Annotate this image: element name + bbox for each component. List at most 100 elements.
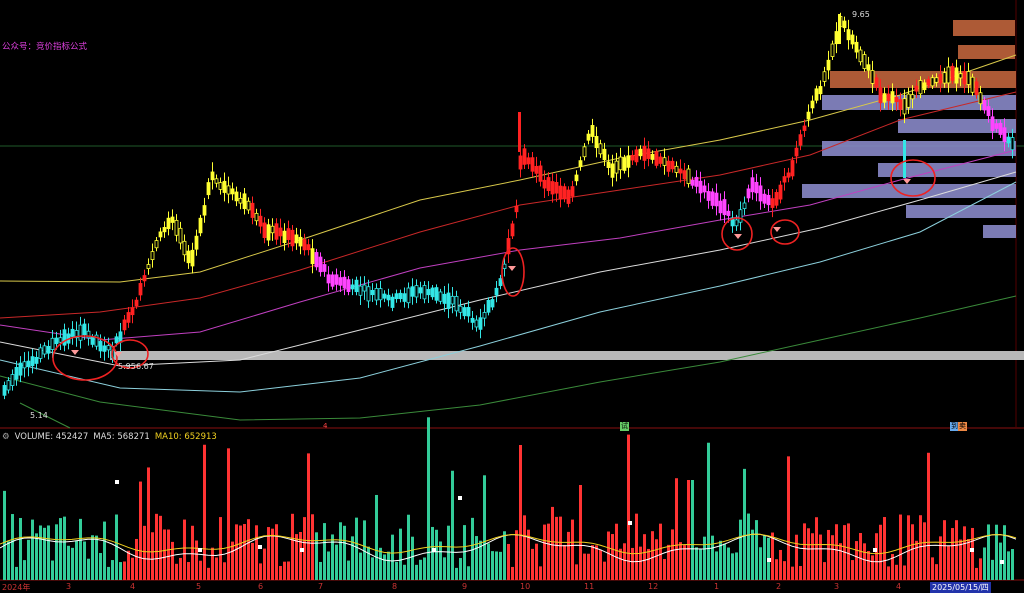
volume-bar: [203, 444, 206, 580]
volume-bar: [315, 532, 318, 580]
gem-icon: [773, 227, 781, 232]
candle-spike: [903, 140, 906, 178]
x-axis-label: 5: [196, 582, 202, 591]
current-date-label: 2025/05/15/四: [930, 582, 991, 593]
volume-bar: [867, 550, 870, 580]
candle-body: [522, 148, 527, 165]
candle-body: [62, 329, 67, 346]
candle-body: [334, 274, 339, 285]
volume-bar: [3, 490, 6, 580]
x-axis-label: 12: [648, 582, 659, 591]
volume-bar: [739, 519, 742, 580]
volume-bar: [599, 549, 602, 580]
volume-dot: [300, 548, 304, 552]
volume-bar: [687, 480, 690, 580]
volume-bar: [415, 564, 418, 580]
volume-bar: [575, 564, 578, 580]
volume-bar: [151, 532, 154, 580]
volume-bar: [875, 533, 878, 580]
candle-body: [758, 185, 763, 202]
volume-bar: [647, 548, 650, 580]
x-axis-label: 6: [258, 582, 264, 591]
candle-body: [130, 307, 135, 316]
x-axis-label: 3: [834, 582, 840, 591]
gear-icon[interactable]: ⚙: [2, 432, 10, 442]
candle-body: [686, 168, 691, 184]
volume-bar: [347, 560, 350, 580]
x-axis-label: 8: [392, 582, 398, 591]
volume-bar: [827, 529, 830, 580]
candle-body: [946, 66, 951, 84]
volume-bar: [327, 551, 330, 580]
volume-bar: [779, 549, 782, 580]
volume-bar: [11, 514, 14, 580]
volume-bar: [583, 553, 586, 580]
volume-bar: [795, 534, 798, 580]
candle-body: [754, 181, 759, 194]
candle-body: [638, 148, 643, 157]
candle-body: [222, 180, 227, 193]
volume-bar: [239, 525, 242, 580]
volume-bar: [87, 558, 90, 580]
candle-body: [390, 296, 395, 308]
volume-bar: [707, 442, 710, 580]
kline-chart[interactable]: [0, 0, 1024, 593]
candle-body: [458, 305, 463, 313]
volume-bar: [915, 540, 918, 580]
volume-bar: [923, 522, 926, 580]
volume-bar: [147, 467, 150, 580]
candle-body: [178, 227, 183, 244]
candle-body: [182, 240, 187, 256]
volume-bar: [75, 540, 78, 580]
candle-body: [210, 171, 215, 181]
volume-bar: [107, 566, 110, 580]
volume-bar: [755, 520, 758, 580]
candle-body: [414, 285, 419, 298]
volume-bar: [1003, 525, 1006, 580]
candle-body: [158, 231, 163, 238]
volume-bar: [491, 551, 494, 580]
candle-body: [666, 160, 671, 172]
low-price-label: 5.14: [30, 411, 48, 420]
candlesticks: [2, 12, 1015, 400]
candle-body: [618, 156, 623, 171]
candle-body: [694, 176, 699, 187]
candle-body: [362, 284, 367, 292]
candle-body: [238, 197, 243, 204]
volume-bar: [91, 535, 94, 580]
volume-bar: [423, 557, 426, 580]
volume-bar: [487, 543, 490, 580]
volume-bar: [475, 536, 478, 580]
volume-bar: [507, 543, 510, 580]
volume-bar: [83, 541, 86, 580]
x-axis-label: 7: [318, 582, 324, 591]
volume-bar: [463, 525, 466, 580]
candle-body: [170, 216, 175, 223]
volume-bar: [443, 557, 446, 580]
indicator-title: 公众号：竞价指标公式: [2, 42, 88, 52]
volume-bar: [247, 519, 250, 580]
candle-spike: [518, 112, 521, 152]
candle-body: [18, 362, 23, 376]
volume-bar: [691, 480, 694, 580]
candle-body: [34, 356, 39, 364]
volume-bar: [207, 567, 210, 580]
candle-body: [378, 288, 383, 301]
volume-bar: [319, 561, 322, 580]
candle-body: [118, 331, 123, 343]
candle-body: [466, 307, 471, 317]
candle-body: [338, 277, 343, 286]
volume-bar: [947, 545, 950, 580]
candle-body: [826, 59, 831, 71]
candle-body: [418, 287, 423, 294]
volume-bar: [791, 566, 794, 580]
candle-body: [818, 86, 823, 95]
gem-icon: [71, 350, 79, 355]
candle-body: [306, 244, 311, 251]
candle-body: [498, 278, 503, 287]
volume-bar: [859, 533, 862, 580]
candle-body: [382, 293, 387, 299]
candle-body: [482, 312, 487, 319]
volume-bar: [19, 517, 22, 580]
gem-icon: [903, 179, 911, 184]
